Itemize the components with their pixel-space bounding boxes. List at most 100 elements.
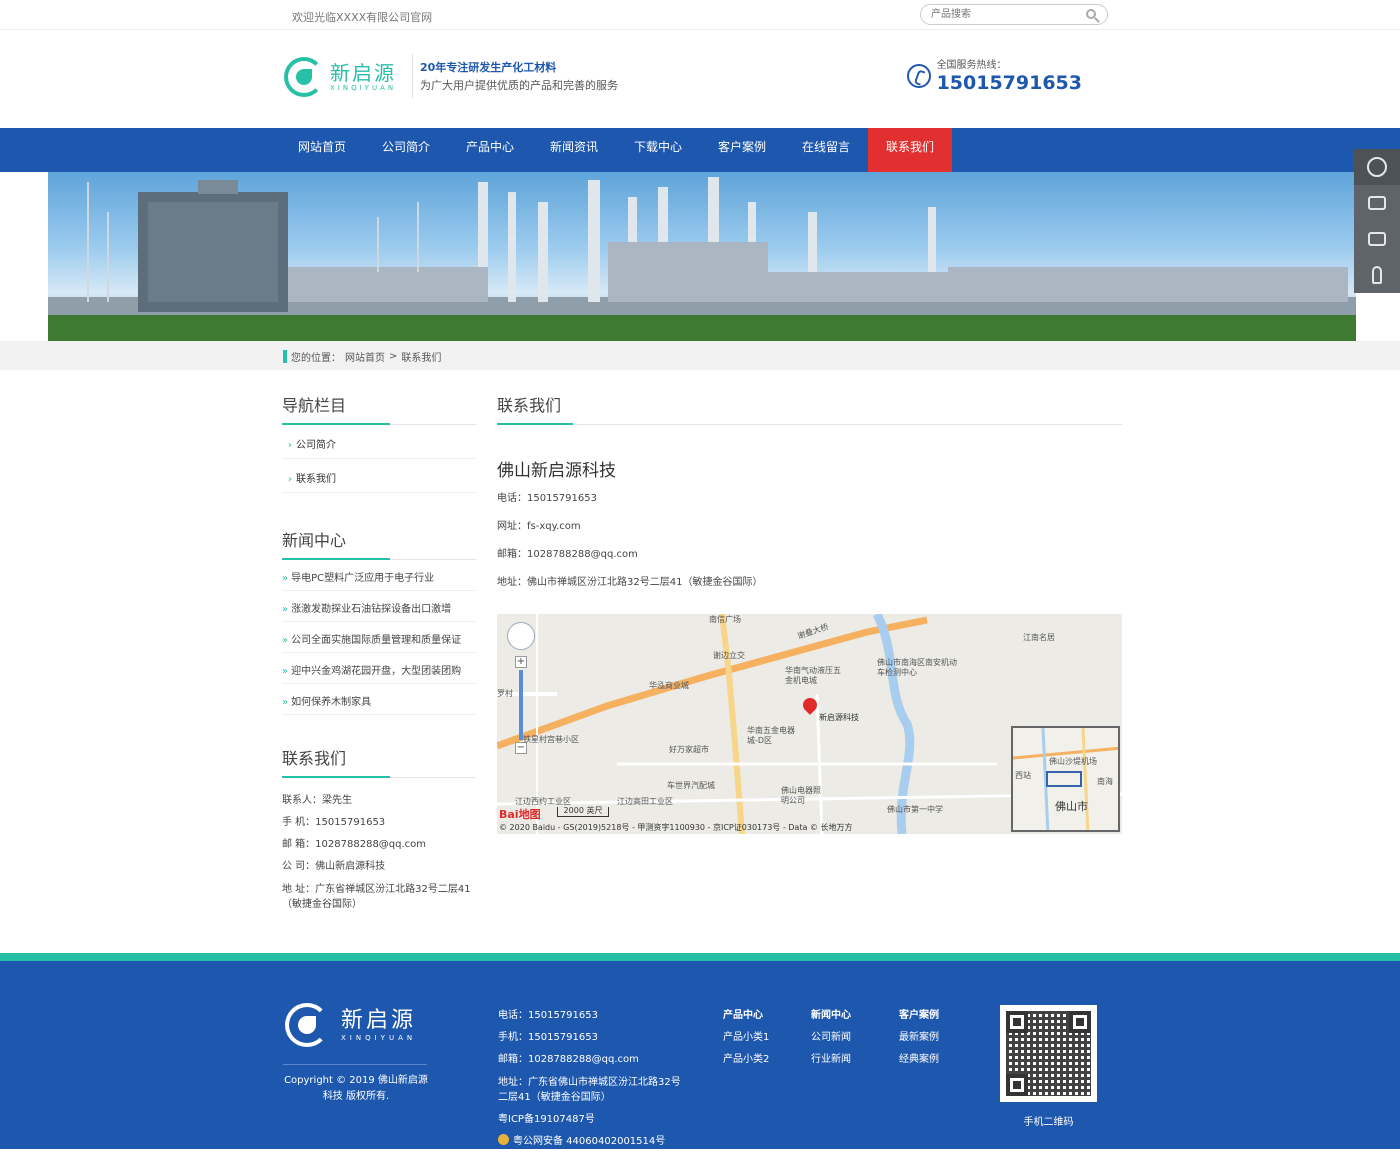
map-label: 罗村 xyxy=(497,689,513,698)
breadcrumb-current: 联系我们 xyxy=(401,353,442,364)
qr-code-icon xyxy=(1368,232,1386,246)
nav-column-list: › 公司简介 › 联系我们 xyxy=(282,425,476,493)
footer-link[interactable]: 公司新闻 xyxy=(811,1027,899,1049)
footer-mobile: 手机：15015791653 xyxy=(498,1032,598,1043)
nav-item-about[interactable]: 公司简介 xyxy=(364,128,448,172)
nav-item-cases[interactable]: 客户案例 xyxy=(700,128,784,172)
news-item[interactable]: » 迎中兴金鸡湖花园开盘，大型团装团购 xyxy=(282,653,476,684)
search-box[interactable] xyxy=(920,4,1108,25)
news-list: » 导电PC塑料广泛应用于电子行业 » 涨激发勘探业石油钻探设备出口激增 » 公司全面… xyxy=(282,560,476,715)
zoom-slider[interactable] xyxy=(519,670,523,740)
slogan: 20年专注研发生产化工材料 为广大用户提供优质的产品和完善的服务 xyxy=(420,60,618,96)
news-item[interactable]: » 导电PC塑料广泛应用于电子行业 xyxy=(282,560,476,591)
share-icon xyxy=(1368,196,1386,210)
content-area: 联系我们 佛山新启源科技 电话：15015791653 网址：fs-xqy.co… xyxy=(497,392,1122,597)
contact-email: 邮 箱：1028788288@qq.com xyxy=(282,839,427,850)
double-chevron-icon: » xyxy=(282,666,289,677)
nav-column-title: 导航栏目 xyxy=(282,392,476,425)
footer-police-record[interactable]: 粤公网安备 44060402001514号 xyxy=(498,1131,688,1153)
hotline-number: 15015791653 xyxy=(936,72,1082,94)
logo[interactable]: 新启源 XINQIYUAN xyxy=(284,57,396,97)
footer-link[interactable]: 经典案例 xyxy=(899,1049,987,1071)
footer-link[interactable]: 产品小类2 xyxy=(723,1049,811,1071)
footer-col-cases: 客户案例 最新案例 经典案例 xyxy=(899,1005,987,1071)
footer-address: 地址：广东省佛山市禅城区汾江北路32号二层41（敏捷金谷国际） xyxy=(498,1077,681,1103)
footer-links: 产品中心 产品小类1 产品小类2 新闻中心 公司新闻 行业新闻 客户案例 最新案… xyxy=(723,1005,987,1071)
qr-code-button[interactable] xyxy=(1354,221,1400,257)
map-scale: 2000 英尺 xyxy=(557,807,609,817)
contact-box-title: 联系我们 xyxy=(282,745,476,778)
news-item[interactable]: » 公司全面实施国际质量管理和质量保证 xyxy=(282,622,476,653)
double-chevron-icon: » xyxy=(282,573,289,584)
nav-item-products[interactable]: 产品中心 xyxy=(448,128,532,172)
news-item[interactable]: » 涨激发勘探业石油钻探设备出口激增 xyxy=(282,591,476,622)
footer-col-head[interactable]: 产品中心 xyxy=(723,1005,811,1027)
slogan-subline: 为广大用户提供优质的产品和完善的服务 xyxy=(420,79,618,92)
phone-icon xyxy=(906,64,931,88)
side-nav-item-about[interactable]: › 公司简介 xyxy=(282,425,476,459)
minimap-label: 佛山沙堤机场 xyxy=(1049,757,1097,766)
news-item-label: 如何保养木制家具 xyxy=(291,697,372,708)
map-label: 佛山市南海区南安机动车检测中心 xyxy=(877,658,957,677)
footer-logo-name: 新启源 xyxy=(341,1008,417,1033)
share-button[interactable] xyxy=(1354,185,1400,221)
footer-col-products: 产品中心 产品小类1 产品小类2 xyxy=(723,1005,811,1071)
logo-name: 新启源 xyxy=(330,61,396,85)
footer-link[interactable]: 最新案例 xyxy=(899,1027,987,1049)
side-nav-item-contact[interactable]: › 联系我们 xyxy=(282,459,476,493)
footer-link[interactable]: 产品小类1 xyxy=(723,1027,811,1049)
nav-item-message[interactable]: 在线留言 xyxy=(784,128,868,172)
footer-contact: 电话：15015791653 手机：15015791653 邮箱：1028788… xyxy=(498,1005,688,1153)
map-label: 车世界汽配城 xyxy=(667,781,715,790)
customer-service-button[interactable] xyxy=(1354,149,1400,185)
contact-company: 公 司：佛山新启源科技 xyxy=(282,861,386,872)
qr-code-label: 手机二维码 xyxy=(1023,1117,1074,1128)
map-label: 华南气动液压五金机电城 xyxy=(785,666,841,685)
top-bar: 欢迎光临XXXX有限公司官网 xyxy=(0,0,1400,30)
qr-finder xyxy=(1069,1011,1091,1033)
nav-item-download[interactable]: 下载中心 xyxy=(616,128,700,172)
news-item[interactable]: » 如何保养木制家具 xyxy=(282,684,476,715)
pin-label: 新启源科技 xyxy=(819,713,859,722)
back-to-top-button[interactable] xyxy=(1354,257,1400,293)
nav-item-home[interactable]: 网站首页 xyxy=(280,128,364,172)
footer-email: 邮箱：1028788288@qq.com xyxy=(498,1054,639,1065)
breadcrumb-marker xyxy=(283,350,287,363)
map-label: 江南名居 xyxy=(1023,633,1055,642)
double-chevron-icon: » xyxy=(282,635,289,646)
zoom-in-button[interactable]: + xyxy=(515,656,527,668)
nav-item-news[interactable]: 新闻资讯 xyxy=(532,128,616,172)
side-nav-label: 联系我们 xyxy=(296,474,336,485)
header-divider xyxy=(412,54,413,98)
footer-col-head[interactable]: 新闻中心 xyxy=(811,1005,899,1027)
left-sidebar: 导航栏目 › 公司简介 › 联系我们 新闻中心 » 导电PC塑料广泛应用于电子行业 »… xyxy=(282,392,476,912)
slogan-headline: 20年专注研发生产化工材料 xyxy=(420,61,557,74)
footer-icp-link[interactable]: 粤ICP备19107487号 xyxy=(498,1109,688,1131)
map-label: 铁星村宫巷小区 xyxy=(523,735,579,744)
chevron-right-icon: › xyxy=(288,474,292,485)
footer-link[interactable]: 行业新闻 xyxy=(811,1049,899,1071)
baidu-map[interactable]: + − 南信广场 谢叠大桥 谢边立交 华南气动液压五金机电城 佛山市南海区南安机… xyxy=(497,614,1122,834)
map-pan-control[interactable] xyxy=(507,622,535,650)
map-copyright: © 2020 Baidu - GS(2019)5218号 - 甲测资字11009… xyxy=(499,823,853,832)
map-label: 谢边立交 xyxy=(713,651,745,660)
map-label: 华泓商业城 xyxy=(649,681,689,690)
footer-col-news: 新闻中心 公司新闻 行业新闻 xyxy=(811,1005,899,1071)
overview-minimap[interactable]: 佛山沙堤机场 西站 南海 佛山市 xyxy=(1011,726,1120,832)
hotline-label: 全国服务热线： xyxy=(936,60,1007,71)
news-center-title: 新闻中心 xyxy=(282,527,476,560)
nav-item-contact[interactable]: 联系我们 xyxy=(868,128,952,172)
news-item-label: 公司全面实施国际质量管理和质量保证 xyxy=(291,635,462,646)
header: 新启源 XINQIYUAN 20年专注研发生产化工材料 为广大用户提供优质的产品… xyxy=(0,30,1400,128)
rocket-icon xyxy=(1372,266,1382,284)
footer-phone: 电话：15015791653 xyxy=(498,1010,598,1021)
contact-person: 联系人：梁先生 xyxy=(282,795,352,806)
footer: 新启源 XINQIYUAN Copyright © 2019 佛山新启源科技 版… xyxy=(0,953,1400,1149)
company-name: 佛山新启源科技 xyxy=(497,461,616,481)
footer-col-head[interactable]: 客户案例 xyxy=(899,1005,987,1027)
search-icon[interactable] xyxy=(1086,9,1096,19)
breadcrumb-home-link[interactable]: 网站首页 xyxy=(345,349,385,364)
minimap-label: 西站 xyxy=(1015,771,1031,780)
footer-logo[interactable]: 新启源 XINQIYUAN xyxy=(285,1003,416,1047)
search-input[interactable] xyxy=(931,5,1081,24)
